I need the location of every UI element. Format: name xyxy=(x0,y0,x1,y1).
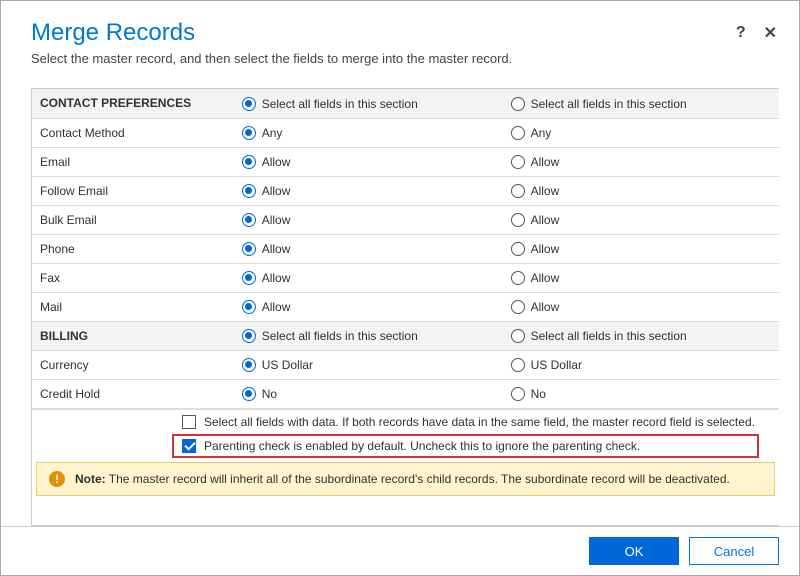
section-select-all-b[interactable]: Select all fields in this section xyxy=(503,89,779,118)
field-label: Fax xyxy=(32,263,234,292)
section-select-all-a[interactable]: Select all fields in this section xyxy=(234,89,503,118)
field-row: FaxAllowAllow xyxy=(32,263,779,292)
radio-icon[interactable] xyxy=(242,126,256,140)
field-row: Credit HoldNoNo xyxy=(32,379,779,408)
field-value-a[interactable]: Allow xyxy=(234,263,503,292)
field-label: Email xyxy=(32,147,234,176)
radio-icon[interactable] xyxy=(511,242,525,256)
field-row: EmailAllowAllow xyxy=(32,147,779,176)
field-value-a[interactable]: Allow xyxy=(234,292,503,321)
field-row: MailAllowAllow xyxy=(32,292,779,321)
field-value-a[interactable]: US Dollar xyxy=(234,350,503,379)
dialog-header: Merge Records Select the master record, … xyxy=(1,1,799,74)
dialog-footer: OK Cancel xyxy=(1,526,799,575)
field-value-a[interactable]: No xyxy=(234,379,503,408)
field-label: Contact Method xyxy=(32,118,234,147)
field-value-a[interactable]: Allow xyxy=(234,205,503,234)
field-row: Bulk EmailAllowAllow xyxy=(32,205,779,234)
radio-icon[interactable] xyxy=(242,97,256,111)
field-value-b[interactable]: Allow xyxy=(503,205,779,234)
select-all-with-data-checkbox[interactable] xyxy=(182,415,196,429)
parenting-check-label: Parenting check is enabled by default. U… xyxy=(204,439,640,453)
radio-icon[interactable] xyxy=(242,329,256,343)
radio-icon[interactable] xyxy=(242,184,256,198)
radio-icon[interactable] xyxy=(511,358,525,372)
field-row: CurrencyUS DollarUS Dollar xyxy=(32,350,779,379)
radio-icon[interactable] xyxy=(242,271,256,285)
field-value-b[interactable]: US Dollar xyxy=(503,350,779,379)
radio-icon[interactable] xyxy=(242,300,256,314)
section-header: BILLING xyxy=(32,321,234,350)
field-value-b[interactable]: Allow xyxy=(503,147,779,176)
field-value-a[interactable]: Any xyxy=(234,118,503,147)
radio-icon[interactable] xyxy=(511,97,525,111)
fields-scroll-area[interactable]: CONTACT PREFERENCESSelect all fields in … xyxy=(31,88,779,526)
field-row: Contact MethodAnyAny xyxy=(32,118,779,147)
field-value-a[interactable]: Allow xyxy=(234,147,503,176)
field-label: Currency xyxy=(32,350,234,379)
section-select-all-b[interactable]: Select all fields in this section xyxy=(503,321,779,350)
select-all-with-data-label: Select all fields with data. If both rec… xyxy=(204,415,755,429)
parenting-check-row[interactable]: Parenting check is enabled by default. U… xyxy=(172,434,759,458)
field-value-b[interactable]: Any xyxy=(503,118,779,147)
field-value-a[interactable]: Allow xyxy=(234,176,503,205)
cancel-button[interactable]: Cancel xyxy=(689,537,779,565)
section-select-all-a[interactable]: Select all fields in this section xyxy=(234,321,503,350)
note-text: Note: The master record will inherit all… xyxy=(75,472,730,486)
field-value-b[interactable]: Allow xyxy=(503,292,779,321)
select-all-with-data-row[interactable]: Select all fields with data. If both rec… xyxy=(32,410,779,434)
ok-button[interactable]: OK xyxy=(589,537,679,565)
radio-icon[interactable] xyxy=(511,155,525,169)
note-bar: ! Note: The master record will inherit a… xyxy=(36,462,775,496)
field-value-b[interactable]: No xyxy=(503,379,779,408)
radio-icon[interactable] xyxy=(242,387,256,401)
radio-icon[interactable] xyxy=(242,155,256,169)
field-label: Bulk Email xyxy=(32,205,234,234)
field-value-b[interactable]: Allow xyxy=(503,234,779,263)
section-header: CONTACT PREFERENCES xyxy=(32,89,234,118)
field-value-b[interactable]: Allow xyxy=(503,176,779,205)
merge-fields-table: CONTACT PREFERENCESSelect all fields in … xyxy=(32,89,779,409)
close-icon[interactable]: ✕ xyxy=(764,23,777,43)
field-row: PhoneAllowAllow xyxy=(32,234,779,263)
radio-icon[interactable] xyxy=(511,387,525,401)
radio-icon[interactable] xyxy=(511,126,525,140)
warning-icon: ! xyxy=(49,471,65,487)
field-label: Mail xyxy=(32,292,234,321)
dialog-subtitle: Select the master record, and then selec… xyxy=(31,51,769,66)
field-row: Follow EmailAllowAllow xyxy=(32,176,779,205)
merge-records-dialog: Merge Records Select the master record, … xyxy=(0,0,800,576)
parenting-check-checkbox[interactable] xyxy=(182,439,196,453)
radio-icon[interactable] xyxy=(242,213,256,227)
radio-icon[interactable] xyxy=(511,329,525,343)
radio-icon[interactable] xyxy=(242,242,256,256)
dialog-title: Merge Records xyxy=(31,19,769,47)
radio-icon[interactable] xyxy=(511,213,525,227)
radio-icon[interactable] xyxy=(511,271,525,285)
field-value-b[interactable]: Allow xyxy=(503,263,779,292)
radio-icon[interactable] xyxy=(511,184,525,198)
field-label: Phone xyxy=(32,234,234,263)
field-value-a[interactable]: Allow xyxy=(234,234,503,263)
radio-icon[interactable] xyxy=(511,300,525,314)
help-icon[interactable]: ? xyxy=(736,24,746,42)
field-label: Credit Hold xyxy=(32,379,234,408)
field-label: Follow Email xyxy=(32,176,234,205)
radio-icon[interactable] xyxy=(242,358,256,372)
